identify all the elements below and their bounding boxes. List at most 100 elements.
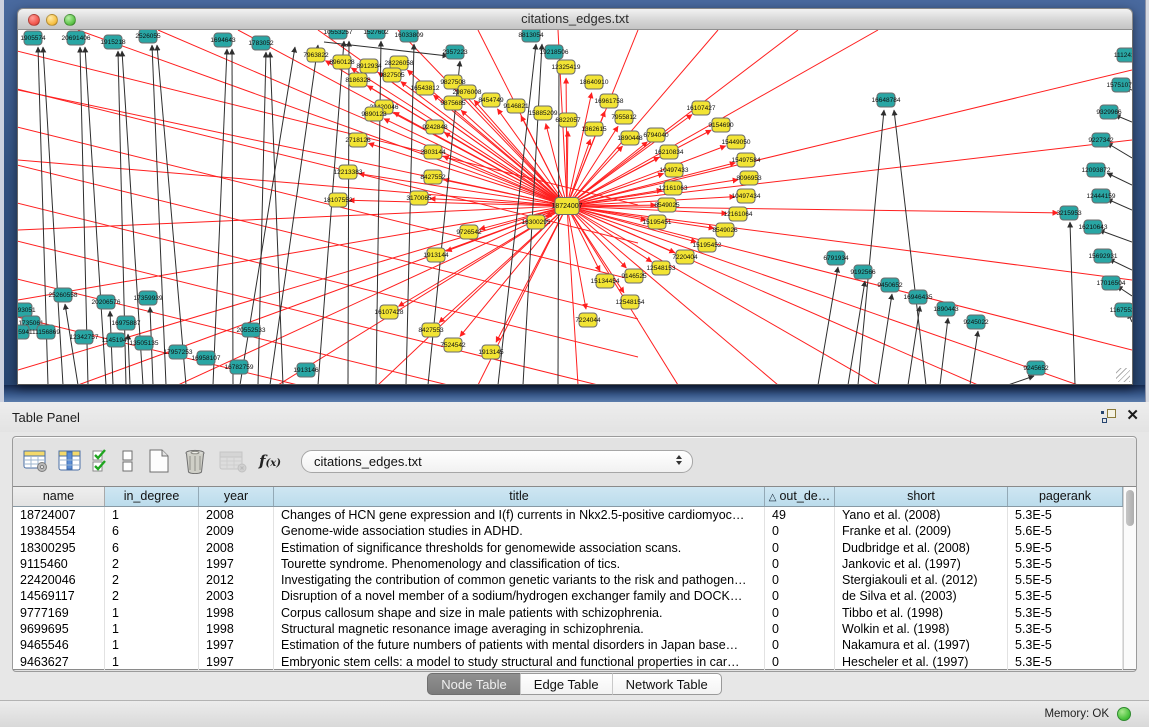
table-row[interactable]: 977716911998Corpus callosum shape and si… [13, 605, 1123, 621]
table-cell[interactable]: Genome-wide association studies in ADHD. [274, 523, 765, 539]
column-header-year[interactable]: year [199, 487, 274, 506]
table-cell[interactable]: Disruption of a novel member of a sodium… [274, 588, 765, 604]
table-cell[interactable]: 18724007 [13, 507, 105, 523]
tab-network-table[interactable]: Network Table [612, 673, 722, 695]
table-cell[interactable]: 1 [105, 621, 199, 637]
table-cell[interactable]: 1 [105, 637, 199, 653]
close-panel-icon[interactable]: ✕ [1126, 408, 1139, 424]
table-row[interactable]: 946362711997Embryonic stem cells: a mode… [13, 654, 1123, 670]
table-cell[interactable]: 2 [105, 572, 199, 588]
table-cell[interactable]: 2 [105, 588, 199, 604]
table-cell[interactable]: Jankovic et al. (1997) [835, 556, 1008, 572]
column-header-short[interactable]: short [835, 487, 1008, 506]
table-cell[interactable]: 2008 [199, 507, 274, 523]
column-header-in_degree[interactable]: in_degree [105, 487, 199, 506]
table-row[interactable]: 1830029562008Estimation of significance … [13, 540, 1123, 556]
table-cell[interactable]: 6 [105, 540, 199, 556]
table-cell[interactable]: 0 [765, 556, 835, 572]
create-column-button[interactable] [141, 446, 177, 476]
table-cell[interactable]: 0 [765, 540, 835, 556]
table-cell[interactable]: 0 [765, 637, 835, 653]
table-cell[interactable]: 5.3E-5 [1008, 605, 1123, 621]
table-options-button[interactable] [19, 446, 53, 476]
table-cell[interactable]: 18300295 [13, 540, 105, 556]
table-cell[interactable]: Hescheler et al. (1997) [835, 654, 1008, 670]
table-cell[interactable]: 14569117 [13, 588, 105, 604]
table-row[interactable]: 1456911722003Disruption of a novel membe… [13, 588, 1123, 604]
table-cell[interactable]: 5.3E-5 [1008, 507, 1123, 523]
table-cell[interactable]: 5.3E-5 [1008, 588, 1123, 604]
zoom-traffic-light-button[interactable] [64, 14, 76, 26]
table-cell[interactable]: Corpus callosum shape and size in male p… [274, 605, 765, 621]
table-cell[interactable]: 2009 [199, 523, 274, 539]
table-cell[interactable]: 0 [765, 523, 835, 539]
table-cell[interactable]: 2012 [199, 572, 274, 588]
table-row[interactable]: 946554611997Estimation of the future num… [13, 637, 1123, 653]
table-cell[interactable]: 0 [765, 588, 835, 604]
select-all-button[interactable] [87, 446, 115, 476]
table-cell[interactable]: Dudbridge et al. (2008) [835, 540, 1008, 556]
column-header-title[interactable]: title [274, 487, 765, 506]
table-cell[interactable]: 9699695 [13, 621, 105, 637]
column-header-pagerank[interactable]: pagerank [1008, 487, 1123, 506]
table-cell[interactable]: 2 [105, 556, 199, 572]
close-traffic-light-button[interactable] [28, 14, 40, 26]
table-cell[interactable]: 5.3E-5 [1008, 556, 1123, 572]
table-cell[interactable]: 0 [765, 654, 835, 670]
table-cell[interactable]: Estimation of the future numbers of pati… [274, 637, 765, 653]
table-cell[interactable]: 22420046 [13, 572, 105, 588]
table-cell[interactable]: 9115460 [13, 556, 105, 572]
column-header-out_de[interactable]: △out_de… [765, 487, 835, 506]
table-row[interactable]: 1938455462009Genome-wide association stu… [13, 523, 1123, 539]
table-cell[interactable]: 2003 [199, 588, 274, 604]
table-cell[interactable]: 2008 [199, 540, 274, 556]
table-cell[interactable]: Wolkin et al. (1998) [835, 621, 1008, 637]
table-cell[interactable]: Nakamura et al. (1997) [835, 637, 1008, 653]
table-cell[interactable]: 5.3E-5 [1008, 637, 1123, 653]
show-columns-button[interactable] [53, 446, 87, 476]
table-cell[interactable]: 0 [765, 621, 835, 637]
table-cell[interactable]: 9777169 [13, 605, 105, 621]
table-cell[interactable]: 1997 [199, 654, 274, 670]
table-cell[interactable]: 0 [765, 572, 835, 588]
table-vertical-scrollbar[interactable] [1123, 487, 1136, 669]
table-cell[interactable]: 5.6E-5 [1008, 523, 1123, 539]
table-cell[interactable]: 9463627 [13, 654, 105, 670]
table-cell[interactable]: Yano et al. (2008) [835, 507, 1008, 523]
delete-columns-button[interactable] [177, 446, 213, 476]
table-row[interactable]: 1872400712008Changes of HCN gene express… [13, 507, 1123, 523]
table-cell[interactable]: Embryonic stem cells: a model to study s… [274, 654, 765, 670]
table-cell[interactable]: 5.9E-5 [1008, 540, 1123, 556]
table-cell[interactable]: Tibbo et al. (1998) [835, 605, 1008, 621]
tab-edge-table[interactable]: Edge Table [520, 673, 612, 695]
table-cell[interactable]: 1 [105, 654, 199, 670]
function-builder-button[interactable]: f(x) [253, 446, 287, 476]
table-cell[interactable]: Stergiakouli et al. (2012) [835, 572, 1008, 588]
citation-network-graph[interactable]: 7963822896012889129342822605898275058186… [18, 30, 1132, 385]
table-cell[interactable]: 5.5E-5 [1008, 572, 1123, 588]
table-cell[interactable]: de Silva et al. (2003) [835, 588, 1008, 604]
table-row[interactable]: 969969511998Structural magnetic resonanc… [13, 621, 1123, 637]
column-header-name[interactable]: name [13, 487, 105, 506]
delete-table-button[interactable] [213, 446, 253, 476]
table-cell[interactable]: 1998 [199, 621, 274, 637]
table-cell[interactable]: 5.3E-5 [1008, 654, 1123, 670]
network-canvas[interactable]: 7963822896012889129342822605898275058186… [17, 30, 1133, 385]
table-cell[interactable]: Tourette syndrome. Phenomenology and cla… [274, 556, 765, 572]
minimize-traffic-light-button[interactable] [46, 14, 58, 26]
table-cell[interactable]: 1 [105, 605, 199, 621]
table-cell[interactable]: 6 [105, 523, 199, 539]
table-cell[interactable]: Changes of HCN gene expression and I(f) … [274, 507, 765, 523]
clear-selection-button[interactable] [115, 446, 141, 476]
table-row[interactable]: 2242004622012Investigating the contribut… [13, 572, 1123, 588]
float-panel-icon[interactable] [1101, 408, 1117, 424]
tab-node-table[interactable]: Node Table [427, 673, 520, 695]
table-cell[interactable]: 1998 [199, 605, 274, 621]
table-cell[interactable]: 0 [765, 605, 835, 621]
table-selector-dropdown[interactable]: citations_edges.txt [301, 450, 693, 473]
scrollbar-thumb[interactable] [1126, 490, 1134, 526]
table-cell[interactable]: 1997 [199, 556, 274, 572]
network-window-titlebar[interactable]: citations_edges.txt [17, 8, 1133, 30]
table-cell[interactable]: 19384554 [13, 523, 105, 539]
table-cell[interactable]: Estimation of significance thresholds fo… [274, 540, 765, 556]
